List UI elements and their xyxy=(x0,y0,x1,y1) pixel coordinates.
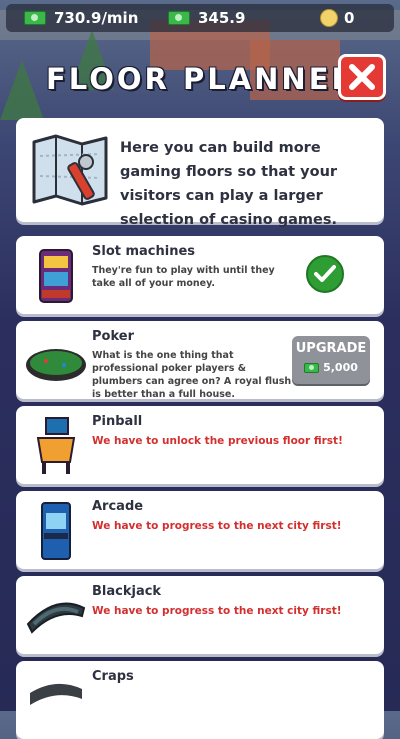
floor-name: Slot machines xyxy=(92,244,196,259)
coin-icon xyxy=(320,9,338,27)
floor-name: Poker xyxy=(92,329,134,344)
coin-stat: 0 xyxy=(320,4,354,32)
floor-row-pinball: Pinball We have to unlock the previous f… xyxy=(16,406,384,484)
floor-row-arcade: Arcade We have to progress to the next c… xyxy=(16,491,384,569)
pinball-machine-icon xyxy=(36,417,76,474)
floor-description: They're fun to play with until they take… xyxy=(92,265,275,289)
upgrade-cost: 5,000 xyxy=(292,361,370,374)
floor-row-poker: Poker What is the one thing that profess… xyxy=(16,321,384,400)
resource-bar: 730.9/min 345.9 0 xyxy=(6,4,394,32)
intro-text: Here you can build more gaming floors so… xyxy=(120,140,338,228)
lock-message: We have to unlock the previous floor fir… xyxy=(92,435,343,447)
craps-table-icon xyxy=(30,683,82,705)
cash-icon xyxy=(304,362,320,373)
coin-value: 0 xyxy=(344,9,355,27)
floor-row-slot-machines: Slot machines They're fun to play with u… xyxy=(16,236,384,314)
floor-description: What is the one thing that professional … xyxy=(92,350,292,400)
upgrade-button[interactable]: UPGRADE 5,000 xyxy=(292,336,370,384)
cash-icon xyxy=(24,11,46,25)
completed-check-icon xyxy=(306,255,344,293)
floor-name: Pinball xyxy=(92,414,143,429)
lock-message: We have to progress to the next city fir… xyxy=(92,520,342,532)
upgrade-label: UPGRADE xyxy=(295,341,367,356)
floor-row-blackjack: Blackjack We have to progress to the nex… xyxy=(16,576,384,654)
cash-stat: 345.9 xyxy=(168,4,245,32)
income-rate-value: 730.9/min xyxy=(54,9,139,27)
cash-icon xyxy=(168,11,190,25)
close-button[interactable] xyxy=(338,54,386,100)
lock-message: We have to progress to the next city fir… xyxy=(92,605,342,617)
poker-table-icon xyxy=(26,349,86,381)
blackjack-table-icon xyxy=(26,602,86,634)
close-icon xyxy=(349,64,375,90)
floor-name: Arcade xyxy=(92,499,144,514)
floor-row-craps: Craps xyxy=(16,661,384,739)
upgrade-cost-value: 5,000 xyxy=(323,361,358,374)
intro-card: Here you can build more gaming floors so… xyxy=(16,118,384,228)
slot-machine-icon xyxy=(39,249,73,303)
screen-title: FLOOR PLANNER xyxy=(46,62,357,96)
income-rate-stat: 730.9/min xyxy=(24,4,138,32)
arcade-cabinet-icon xyxy=(41,502,71,560)
floor-name: Craps xyxy=(92,669,134,684)
floor-map-icon xyxy=(32,134,108,206)
cash-value: 345.9 xyxy=(198,9,246,27)
floor-name: Blackjack xyxy=(92,584,162,599)
